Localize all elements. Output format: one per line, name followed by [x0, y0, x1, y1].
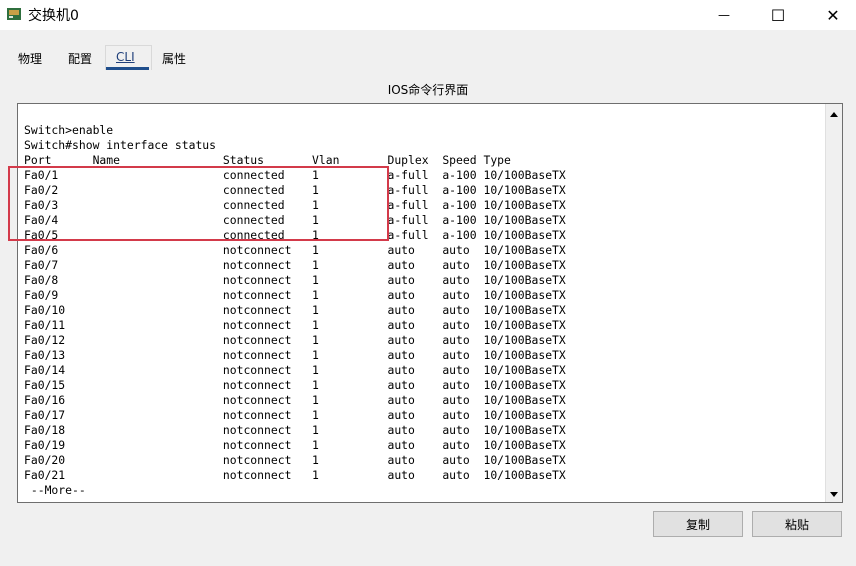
- vertical-scrollbar[interactable]: [825, 104, 842, 502]
- scroll-up-arrow-icon: [830, 111, 838, 117]
- tab-physical[interactable]: 物理: [18, 50, 42, 67]
- cli-terminal[interactable]: Switch>enable Switch#show interface stat…: [17, 103, 843, 503]
- tab-config[interactable]: 配置: [68, 50, 92, 67]
- scroll-up-button[interactable]: [826, 106, 842, 122]
- tab-cli-label: CLI: [116, 50, 135, 64]
- maximize-icon: ☐: [770, 5, 786, 25]
- cli-header-label: IOS命令行界面: [387, 83, 469, 97]
- window-titlebar: 交换机0 — ☐ ✕: [0, 0, 856, 30]
- scrollbar-thumb[interactable]: [828, 124, 840, 429]
- maximize-button[interactable]: ☐: [755, 0, 801, 30]
- tab-attributes[interactable]: 属性: [162, 50, 186, 67]
- close-icon: ✕: [826, 5, 840, 25]
- minimize-button[interactable]: —: [701, 0, 747, 30]
- switch-app-icon: [7, 8, 21, 20]
- copy-button[interactable]: 复制: [653, 511, 743, 537]
- scroll-down-button[interactable]: [826, 486, 842, 502]
- close-button[interactable]: ✕: [810, 0, 856, 30]
- paste-button[interactable]: 粘贴: [752, 511, 842, 537]
- scroll-down-arrow-icon: [830, 491, 838, 497]
- connected-ports-highlight: [8, 166, 389, 241]
- minimize-icon: —: [718, 8, 730, 22]
- tab-cli-selected-indicator: [106, 67, 149, 70]
- window-title: 交换机0: [28, 8, 79, 24]
